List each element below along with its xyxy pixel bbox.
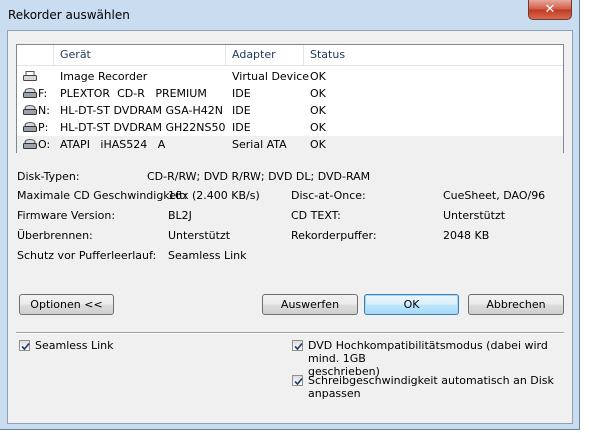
max-speed-label: Maximale CD Geschwindigkeit: [17,189,188,202]
column-header-device[interactable]: Gerät [53,45,225,65]
checkmark-icon [294,377,303,386]
list-item[interactable]: P: HL-DT-ST DVDRAM GH22NS50 IDE OK [17,119,563,136]
image-recorder-icon [23,71,37,81]
seamless-link-label: Seamless Link [35,339,114,352]
overburn-value: Unterstützt [168,229,231,242]
cdtext-value: Unterstützt [443,209,506,222]
device-name: HL-DT-ST DVDRAM GH22NS50 [60,121,226,134]
header-icon-column[interactable] [17,45,53,65]
drive-letter: P: [38,121,49,134]
auto-speed-label-line2: anpassen [308,387,361,400]
list-item-selected[interactable]: O: ATAPI iHAS524 A Serial ATA OK [17,136,563,153]
dialog-client-area: Gerät Adapter Status Image Recorder Virt… [7,30,573,424]
list-item[interactable]: Image Recorder Virtual Device OK [17,68,563,85]
firmware-label: Firmware Version: [17,209,116,222]
device-adapter: IDE [232,104,251,117]
device-adapter: IDE [232,121,251,134]
device-adapter: Virtual Device [232,70,310,83]
drive-icon [23,139,37,149]
device-status: OK [310,138,326,151]
close-button[interactable]: ✕ [528,0,572,20]
checkmark-icon [294,342,303,351]
checkmark-icon [21,342,30,351]
dialog-window: Rekorder auswählen ✕ Gerät Adapter Statu… [0,0,580,430]
device-name: Image Recorder [60,70,148,83]
device-status: OK [310,70,326,83]
dao-label: Disc-at-Once: [291,189,366,202]
column-header-status[interactable]: Status [303,45,563,65]
drive-letter: O: [38,138,51,151]
cancel-button[interactable]: Abbrechen [468,294,564,315]
eject-button[interactable]: Auswerfen [262,294,358,315]
device-name: HL-DT-ST DVDRAM GSA-H42N [60,104,223,117]
title-bar[interactable]: Rekorder auswählen ✕ [0,0,580,30]
drive-icon [23,122,37,132]
overburn-label: Überbrennen: [17,229,93,242]
ok-button[interactable]: OK [364,294,459,315]
device-status: OK [310,87,326,100]
dvd-compat-option[interactable]: DVD Hochkompatibilitätsmodus (dabei wird… [292,339,568,378]
auto-speed-checkbox[interactable] [292,375,303,386]
drive-letter: N: [38,104,50,117]
list-item[interactable]: F: PLEXTOR CD-R PREMIUM IDE OK [17,85,563,102]
drive-icon [23,105,37,115]
device-status: OK [310,121,326,134]
device-status: OK [310,104,326,117]
close-icon: ✕ [544,2,556,17]
auto-speed-label: Schreibgeschwindigkeit automatisch an Di… [308,374,554,400]
window-title: Rekorder auswählen [8,8,130,22]
dvd-compat-label-line1: DVD Hochkompatibilitätsmodus (dabei wird… [308,339,548,365]
auto-speed-label-line1: Schreibgeschwindigkeit automatisch an Di… [308,374,554,387]
drive-icon [23,88,37,98]
recorder-list[interactable]: Gerät Adapter Status Image Recorder Virt… [16,44,564,153]
device-name: ATAPI iHAS524 A [60,138,166,151]
buffer-protection-label: Schutz vor Pufferleerlauf: [17,249,157,262]
seamless-link-option[interactable]: Seamless Link [19,339,279,353]
list-item[interactable]: N: HL-DT-ST DVDRAM GSA-H42N IDE OK [17,102,563,119]
cdtext-label: CD TEXT: [291,209,341,222]
device-name: PLEXTOR CD-R PREMIUM [60,87,207,100]
dvd-compat-checkbox[interactable] [292,340,303,351]
list-header: Gerät Adapter Status [17,45,563,66]
dvd-compat-label: DVD Hochkompatibilitätsmodus (dabei wird… [308,339,568,378]
max-speed-value: 16x (2.400 KB/s) [168,189,260,202]
drive-letter: F: [38,87,48,100]
seamless-link-checkbox[interactable] [19,340,30,351]
disk-types-value: CD-R/RW; DVD R/RW; DVD DL; DVD-RAM [147,170,371,183]
device-adapter: IDE [232,87,251,100]
recorder-buffer-value: 2048 KB [443,229,490,242]
disk-types-label: Disk-Typen: [17,170,80,183]
buffer-protection-value: Seamless Link [168,249,247,262]
firmware-value: BL2J [168,209,192,222]
auto-speed-option[interactable]: Schreibgeschwindigkeit automatisch an Di… [292,374,568,402]
options-button[interactable]: Optionen << [19,294,114,315]
recorder-buffer-label: Rekorderpuffer: [291,229,377,242]
divider [16,332,564,334]
device-adapter: Serial ATA [232,138,287,151]
dao-value: CueSheet, DAO/96 [443,189,546,202]
column-header-adapter[interactable]: Adapter [225,45,303,65]
